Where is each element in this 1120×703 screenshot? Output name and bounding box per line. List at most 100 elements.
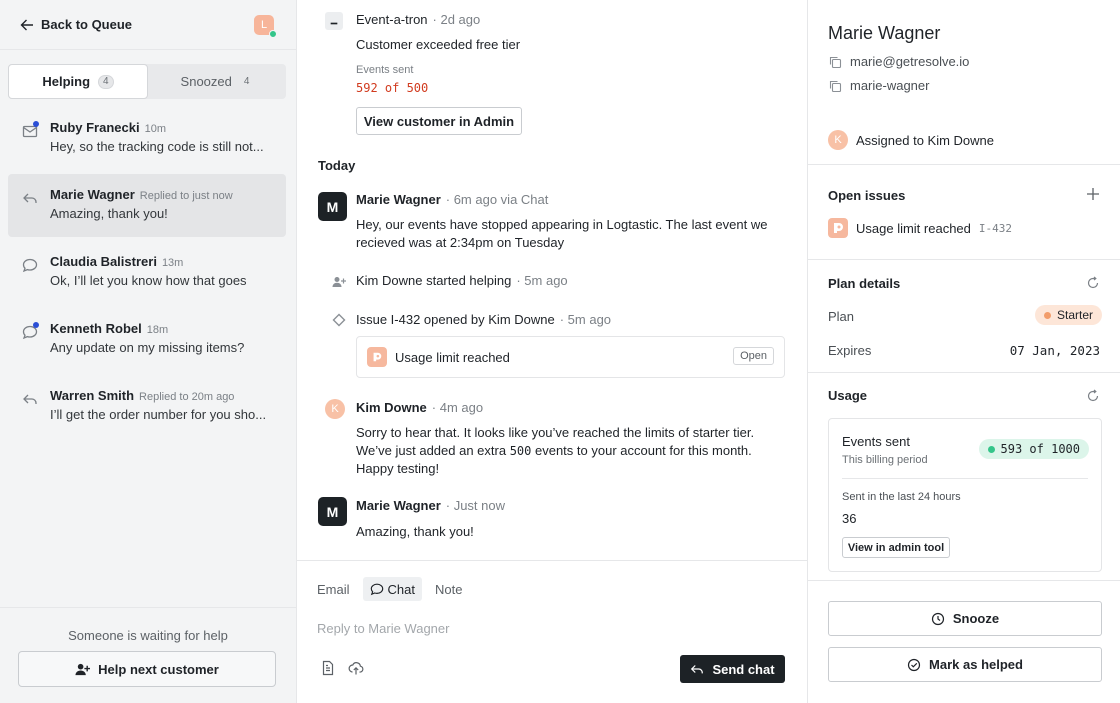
system-event-time: · 5m ago — [516, 273, 568, 288]
agent-avatar: K — [325, 399, 345, 419]
divider — [808, 580, 1120, 581]
customer-username: marie-wagner — [850, 78, 930, 93]
divider — [808, 164, 1120, 165]
code-text: 500 — [509, 443, 532, 458]
tab-label: Helping — [42, 74, 91, 89]
chat-bubble-icon — [370, 583, 383, 596]
help-next-customer-button[interactable]: Help next customer — [18, 651, 276, 687]
tab-helping[interactable]: Helping 4 — [8, 64, 148, 99]
diamond-icon — [332, 313, 346, 327]
usage-title: Usage — [828, 388, 868, 403]
tab-label: Note — [434, 581, 463, 597]
message-time: · 6m ago via Chat — [445, 192, 549, 207]
customer-username-row[interactable]: marie-wagner — [828, 78, 929, 93]
back-to-queue-link[interactable]: Back to Queue — [20, 17, 132, 32]
bot-name: Event-a-tron — [356, 12, 428, 27]
assignee-avatar: K — [828, 130, 848, 150]
refresh-icon[interactable] — [1086, 389, 1100, 403]
conversation-item-selected[interactable]: Marie Wagner Replied to just now Amazing,… — [8, 174, 286, 237]
message-header: Marie Wagner · Just now — [356, 498, 505, 513]
open-issue-row[interactable]: Usage limit reached I-432 — [828, 218, 1012, 238]
system-event: Kim Downe started helping · 5m ago — [356, 273, 568, 288]
bot-avatar — [325, 12, 343, 30]
conversation-item[interactable]: Ruby Franecki 10m Hey, so the tracking co… — [8, 107, 286, 170]
conversation-time: 10m — [144, 123, 166, 135]
view-customer-in-admin-button[interactable]: View customer in Admin — [356, 107, 522, 135]
avatar-initial: M — [326, 198, 339, 215]
refresh-icon[interactable] — [1086, 276, 1100, 290]
reply-icon — [691, 665, 704, 674]
tab-snoozed[interactable]: Snoozed 4 — [148, 64, 286, 99]
usage-label: Events sent — [842, 434, 910, 449]
upload-cloud-icon[interactable] — [348, 660, 364, 676]
help-next-label: Help next customer — [98, 661, 219, 677]
admin-tool-label: View in admin tool — [847, 541, 945, 554]
events-sent-value: 592 of 500 — [356, 81, 429, 95]
message-text: events to your account for this month. — [531, 442, 752, 458]
current-user-avatar[interactable]: L — [254, 15, 277, 38]
snooze-label: Snooze — [952, 611, 1000, 626]
conversation-name: Ruby Franecki — [50, 120, 140, 135]
view-customer-label: View customer in Admin — [363, 113, 515, 129]
avatar-initial: M — [326, 503, 339, 520]
tab-email[interactable]: Email — [317, 577, 357, 601]
conversation-preview: Hey, so the tracking code is still not..… — [50, 139, 264, 154]
customer-avatar: M — [318, 497, 347, 526]
usage-sub: This billing period — [842, 454, 928, 466]
current-user-initial: L — [260, 19, 268, 31]
waiting-text: Someone is waiting for help — [68, 628, 228, 643]
last24-label: Sent in the last 24 hours — [842, 491, 961, 503]
plan-details-title: Plan details — [828, 276, 901, 291]
bot-event-time: · 2d ago — [432, 12, 481, 27]
day-divider: Today — [318, 158, 356, 173]
snooze-button[interactable]: Snooze — [828, 601, 1102, 636]
mail-icon — [22, 121, 39, 139]
reply-input[interactable] — [317, 621, 787, 636]
usage-pill: 593 of 1000 — [978, 439, 1089, 459]
conversation-item[interactable]: Claudia Balistreri 13m Ok, I’ll let you k… — [8, 241, 286, 304]
tab-chat[interactable]: Chat — [362, 577, 422, 601]
system-event-text: Kim Downe started helping — [356, 273, 512, 288]
issue-card[interactable]: Usage limit reached Open — [356, 336, 785, 378]
divider — [808, 372, 1120, 373]
send-label: Send chat — [712, 661, 775, 677]
assignee-row[interactable]: K Assigned to Kim Downe — [828, 130, 994, 150]
message-body: Hey, our events have stopped appearing i… — [356, 216, 767, 251]
last24-value: 36 — [842, 511, 857, 526]
issue-icon — [828, 218, 848, 238]
message-line: recieved was at 2:34pm on Tuesday — [356, 234, 565, 250]
expires-value: 07 Jan, 2023 — [1009, 343, 1100, 358]
clock-icon — [931, 612, 944, 625]
customer-email-row[interactable]: marie@getresolve.io — [828, 54, 969, 69]
usage-card: Events sent This billing period 593 of 1… — [828, 418, 1102, 572]
avatar-initial: K — [331, 403, 339, 415]
online-status-dot — [269, 30, 277, 38]
tab-label: Chat — [387, 581, 415, 597]
plan-label: Plan — [828, 309, 855, 324]
tab-note[interactable]: Note — [428, 577, 469, 601]
usage-dot — [987, 445, 995, 453]
conversation-item[interactable]: Warren Smith Replied to 20m ago I’ll get … — [8, 375, 286, 438]
view-in-admin-tool-button[interactable]: View in admin tool — [842, 537, 950, 558]
mark-as-helped-button[interactable]: Mark as helped — [828, 647, 1102, 682]
conversation-name: Claudia Balistreri — [50, 254, 157, 269]
send-chat-button[interactable]: Send chat — [680, 655, 785, 683]
plus-icon[interactable] — [1086, 187, 1100, 201]
plan-dot — [1043, 311, 1051, 319]
document-icon[interactable] — [320, 660, 336, 676]
customer-name: Marie Wagner — [828, 23, 941, 43]
message-time: · 4m ago — [431, 400, 484, 415]
conversation-name: Marie Wagner — [50, 187, 135, 202]
message-line: Happy testing! — [356, 461, 440, 476]
issue-icon — [367, 347, 387, 367]
message-text: We’ve just added an extra — [356, 442, 510, 458]
conversation-item[interactable]: Kenneth Robel 18m Any update on my missin… — [8, 308, 286, 371]
chat-bubble-icon — [22, 257, 38, 273]
customer-email: marie@getresolve.io — [850, 54, 970, 69]
message-author: Marie Wagner — [356, 498, 441, 513]
open-issue-title: Usage limit reached — [856, 220, 971, 236]
tab-count: 4 — [243, 75, 250, 87]
unread-dot — [33, 121, 39, 127]
customer-panel: Marie Wagner marie@getresolve.io marie-w… — [807, 0, 1120, 703]
message-time: · Just now — [445, 498, 506, 513]
